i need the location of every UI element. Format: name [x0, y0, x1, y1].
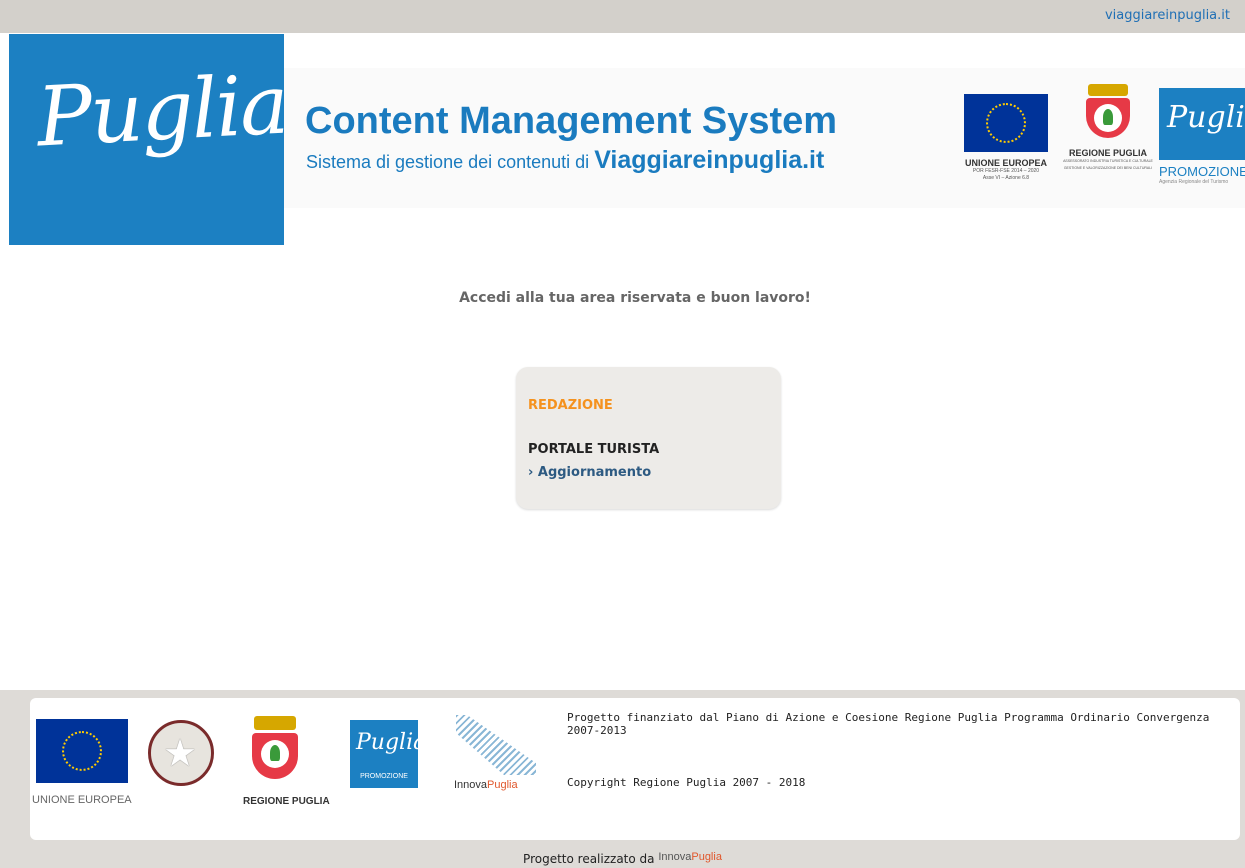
credit-text: Progetto realizzato da	[523, 852, 659, 866]
welcome-message: Accedi alla tua area riservata e buon la…	[459, 290, 811, 306]
viaggiareinpuglia-link[interactable]: viaggiareinpuglia.it	[1105, 8, 1230, 23]
aggiornamento-link[interactable]: › Aggiornamento	[528, 465, 651, 480]
credit-brand: InnovaPuglia	[658, 851, 722, 863]
innovapuglia-logo: InnovaPuglia	[454, 715, 550, 795]
page-title: Content Management System	[305, 100, 838, 142]
redazione-card: REDAZIONE PORTALE TURISTA › Aggiornament…	[516, 367, 781, 509]
puglia-logo-text: Puglia	[34, 57, 290, 166]
funding-text: Progetto finanziato dal Piano di Azione …	[567, 711, 1210, 737]
innova-suffix: Puglia	[487, 779, 518, 791]
promozione-logo-icon: Puglia	[1159, 88, 1245, 160]
footer-rp-label: REGIONE PUGLIA	[243, 796, 330, 807]
copyright-text: Copyright Regione Puglia 2007 - 2018	[567, 776, 806, 789]
footer-promozione-logo: Puglia PROMOZIONE	[350, 720, 426, 788]
footer-eu-label: UNIONE EUROPEA	[32, 794, 132, 806]
card-subsection-title: PORTALE TURISTA	[528, 442, 660, 457]
rp-partner-title: REGIONE PUGLIA	[1068, 148, 1147, 158]
footer-regione-puglia-shield-icon	[250, 716, 300, 784]
subtitle-prefix: Sistema di gestione dei contenuti di	[306, 152, 595, 172]
promo-label: PROMOZIONE	[1159, 164, 1245, 179]
eu-partner-line1: POR FESR-FSE 2014 – 2020	[972, 168, 1040, 174]
eu-partner-line2: Asse VI – Azione 6.8	[982, 175, 1030, 181]
rp-partner-line2: GESTIONE E VALORIZZAZIONE DEI BENI CULTU…	[1063, 166, 1153, 170]
subtitle-brand: Viaggiareinpuglia.it	[594, 146, 825, 174]
innovapuglia-label: InnovaPuglia	[454, 779, 518, 791]
card-section-title: REDAZIONE	[528, 398, 613, 413]
top-bar: viaggiareinpuglia.it	[0, 0, 1245, 33]
innovapuglia-lines-icon	[456, 715, 536, 775]
puglia-logo[interactable]: Puglia	[9, 34, 289, 245]
promozione-partner-logo: Puglia PROMOZIONE Agenzia Regionale del …	[1159, 68, 1245, 208]
promo-logo-text: Puglia	[1167, 100, 1245, 135]
innova-prefix: Innova	[454, 779, 488, 791]
credit-brand-prefix: Innova	[658, 851, 692, 863]
eu-partner-logo: UNIONE EUROPEA POR FESR-FSE 2014 – 2020 …	[960, 68, 1052, 208]
footer-promo-logo-text: Puglia	[356, 730, 427, 755]
rp-partner-line1: ASSESSORATO INDUSTRIA TURISTICA E CULTUR…	[1063, 159, 1153, 163]
regione-puglia-partner-logo: REGIONE PUGLIA ASSESSORATO INDUSTRIA TUR…	[1060, 68, 1156, 208]
eu-flag-icon	[964, 94, 1048, 152]
eu-partner-title: UNIONE EUROPEA	[964, 158, 1047, 168]
promo-small-text: Agenzia Regionale del Turismo	[1159, 179, 1229, 185]
credit-brand-suffix: Puglia	[691, 851, 722, 863]
footer-eu-flag-icon	[36, 719, 128, 783]
credit-line: Progetto realizzato da InnovaPuglia	[0, 851, 1245, 866]
page-subtitle: Sistema di gestione dei contenuti di Via…	[306, 146, 824, 175]
footer-promo-label: PROMOZIONE	[360, 773, 408, 780]
italian-republic-emblem-icon: ★	[148, 720, 214, 786]
regione-puglia-shield-icon	[1086, 84, 1130, 138]
